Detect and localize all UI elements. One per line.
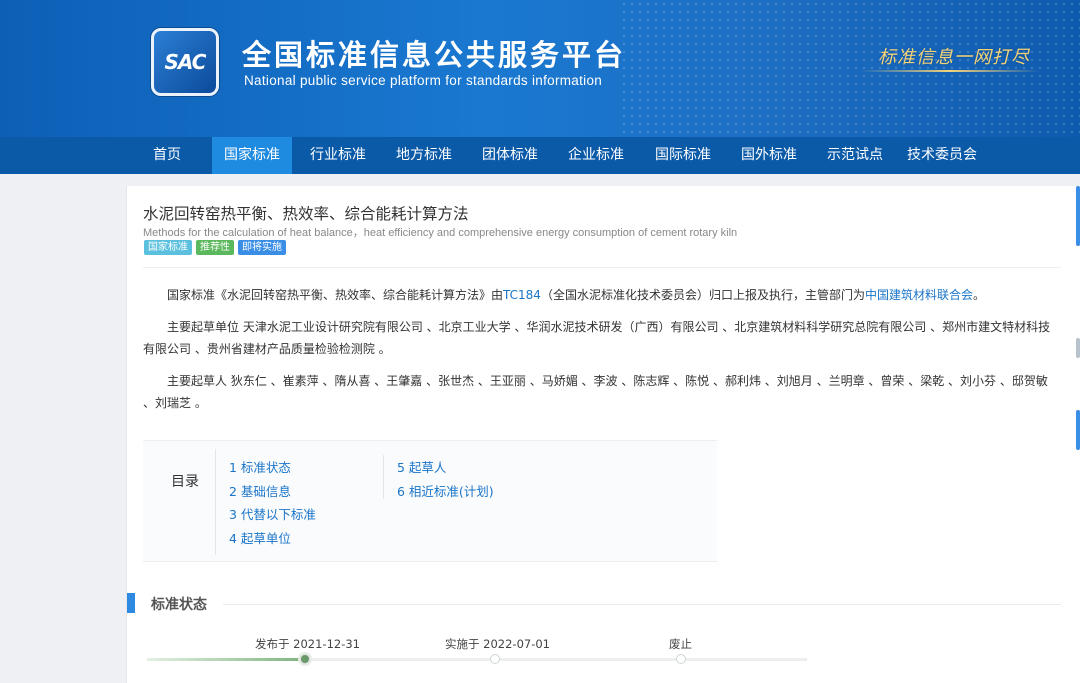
intro-prefix: 国家标准《水泥回转窑热平衡、热效率、综合能耗计算方法》由 bbox=[167, 288, 504, 302]
nav-item-pilot-demo[interactable]: 示范试点 bbox=[822, 137, 888, 174]
toc-item-basic-info[interactable]: 2 基础信息 bbox=[229, 481, 291, 500]
nav-item-home[interactable]: 首页 bbox=[148, 137, 186, 174]
tag-recommended: 推荐性 bbox=[196, 240, 234, 255]
timeline-label-effective: 实施于 2022-07-01 bbox=[445, 637, 550, 651]
scroll-marker-secondary bbox=[1076, 410, 1080, 450]
main-nav: 首页 国家标准 行业标准 地方标准 团体标准 企业标准 国际标准 国外标准 示范… bbox=[0, 137, 1080, 174]
standard-title: 水泥回转窑热平衡、热效率、综合能耗计算方法 bbox=[143, 205, 469, 223]
timeline-dot-published bbox=[300, 654, 310, 664]
standard-detail-card: 水泥回转窑热平衡、热效率、综合能耗计算方法 Methods for the ca… bbox=[126, 186, 1080, 683]
standard-title-english: Methods for the calculation of heat bala… bbox=[143, 227, 738, 239]
site-header: SAC 全国标准信息公共服务平台 National public service… bbox=[0, 0, 1080, 137]
drafters-paragraph: 主要起草人 狄东仁 、崔素萍 、隋从喜 、王肇嘉 、张世杰 、王亚丽 、马娇媚 … bbox=[143, 374, 1048, 410]
nav-item-local-standards[interactable]: 地方标准 bbox=[391, 137, 457, 174]
sac-logo[interactable]: SAC bbox=[151, 28, 219, 96]
slogan: 标准信息一网打尽 bbox=[878, 47, 1030, 68]
section-title-status: 标准状态 bbox=[151, 597, 207, 613]
toc-divider bbox=[215, 449, 216, 555]
scroll-marker bbox=[1076, 338, 1080, 358]
timeline-dot-abolished bbox=[676, 654, 686, 664]
toc-label: 目录 bbox=[171, 474, 199, 490]
timeline-dot-effective bbox=[490, 654, 500, 664]
table-of-contents: 目录 1 标准状态 2 基础信息 3 代替以下标准 4 起草单位 5 起草人 6… bbox=[143, 440, 717, 562]
toc-item-status[interactable]: 1 标准状态 bbox=[229, 457, 291, 476]
toc-column-divider bbox=[383, 455, 384, 499]
nav-item-industry-standards[interactable]: 行业标准 bbox=[305, 137, 371, 174]
logo-text: SAC bbox=[164, 50, 207, 74]
intro-paragraph: 国家标准《水泥回转窑热平衡、热效率、综合能耗计算方法》由TC184（全国水泥标准… bbox=[143, 284, 1061, 306]
toc-item-drafting-units[interactable]: 4 起草单位 bbox=[229, 528, 291, 547]
scrollbar-thumb[interactable] bbox=[1076, 186, 1080, 246]
tc-link[interactable]: TC184 bbox=[503, 288, 541, 302]
timeline-label-published: 发布于 2021-12-31 bbox=[255, 637, 360, 651]
section-divider bbox=[223, 604, 1061, 605]
nav-item-international-standards[interactable]: 国际标准 bbox=[650, 137, 716, 174]
intro-suffix: 。 bbox=[972, 288, 985, 302]
timeline-progress bbox=[147, 658, 305, 661]
timeline-label-abolished: 废止 bbox=[669, 637, 692, 651]
tag-list: 国家标准 推荐性 即将实施 bbox=[144, 240, 286, 255]
intro-middle: （全国水泥标准化技术委员会）归口上报及执行，主管部门为 bbox=[540, 288, 865, 302]
section-accent-bar bbox=[127, 593, 135, 613]
department-link[interactable]: 中国建筑材料联合会 bbox=[865, 288, 973, 302]
nav-item-tech-committees[interactable]: 技术委员会 bbox=[904, 137, 980, 174]
drafting-units-paragraph: 主要起草单位 天津水泥工业设计研究院有限公司 、北京工业大学 、华润水泥技术研发… bbox=[143, 320, 1051, 356]
nav-item-enterprise-standards[interactable]: 企业标准 bbox=[563, 137, 629, 174]
tag-national-standard: 国家标准 bbox=[144, 240, 192, 255]
toc-item-replaced-standards[interactable]: 3 代替以下标准 bbox=[229, 504, 316, 523]
slogan-underline bbox=[860, 70, 1040, 72]
site-title[interactable]: 全国标准信息公共服务平台 bbox=[242, 32, 626, 74]
nav-item-group-standards[interactable]: 团体标准 bbox=[477, 137, 543, 174]
nav-item-foreign-standards[interactable]: 国外标准 bbox=[736, 137, 802, 174]
tag-upcoming: 即将实施 bbox=[238, 240, 286, 255]
toc-item-similar-standards[interactable]: 6 相近标准(计划) bbox=[397, 481, 494, 500]
site-subtitle: National public service platform for sta… bbox=[244, 73, 603, 88]
nav-item-national-standards[interactable]: 国家标准 bbox=[212, 137, 292, 174]
title-divider bbox=[143, 267, 1061, 268]
toc-item-drafters[interactable]: 5 起草人 bbox=[397, 457, 446, 476]
